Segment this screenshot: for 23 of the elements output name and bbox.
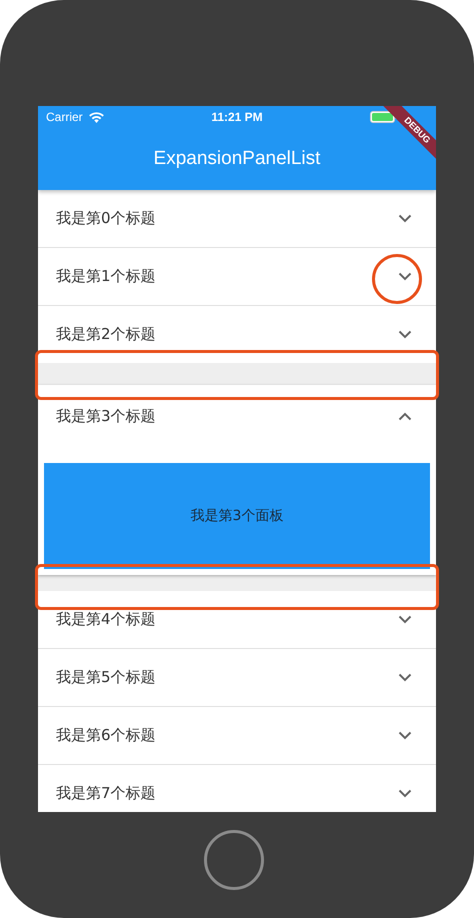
panel-header[interactable]: 我是第3个标题: [38, 385, 436, 447]
chevron-down-icon[interactable]: [398, 731, 412, 740]
panel-body-text: 我是第3个面板: [190, 507, 284, 525]
status-time: 11:21 PM: [210, 110, 264, 124]
chevron-up-icon[interactable]: [398, 412, 412, 420]
panel-header[interactable]: 我是第5个标题: [38, 649, 436, 706]
chevron-down-icon[interactable]: [398, 673, 412, 682]
wifi-icon: [88, 112, 104, 122]
highlight-circle: [372, 254, 422, 304]
chevron-down-icon[interactable]: [398, 272, 412, 281]
panel-header[interactable]: 我是第7个标题: [38, 765, 436, 812]
home-button[interactable]: [204, 830, 264, 890]
chevron-down-icon[interactable]: [398, 615, 412, 624]
chevron-down-icon[interactable]: [398, 330, 412, 339]
panel-header[interactable]: 我是第2个标题: [38, 306, 436, 363]
carrier-label: Carrier: [46, 110, 83, 124]
app-bar-title: ExpansionPanelList: [154, 148, 320, 170]
panel-header[interactable]: 我是第1个标题: [38, 248, 436, 305]
chevron-down-icon[interactable]: [398, 214, 412, 223]
panel-header[interactable]: 我是第4个标题: [38, 591, 436, 648]
panel-header[interactable]: 我是第6个标题: [38, 707, 436, 764]
panel-header[interactable]: 我是第0个标题: [38, 190, 436, 247]
chevron-down-icon[interactable]: [398, 789, 412, 798]
